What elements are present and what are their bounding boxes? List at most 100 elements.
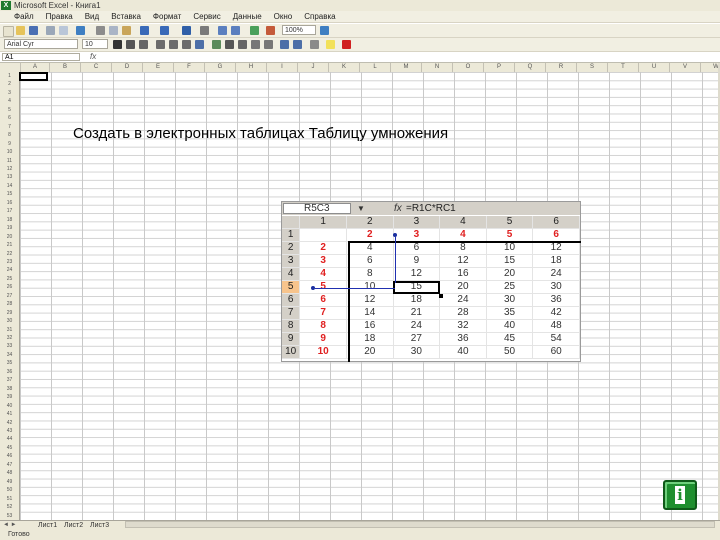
row-header-cell[interactable]: 30 <box>0 317 19 325</box>
align-right-icon[interactable] <box>182 40 191 49</box>
column-header-cell[interactable]: I <box>266 63 297 72</box>
row-header-cell[interactable]: 10 <box>0 148 19 156</box>
column-header-cell[interactable]: T <box>607 63 638 72</box>
save-icon[interactable] <box>29 26 38 35</box>
spelling-icon[interactable] <box>76 26 85 35</box>
row-header-cell[interactable]: 12 <box>0 165 19 173</box>
menu-insert[interactable]: Вставка <box>111 11 141 22</box>
column-header-cell[interactable]: O <box>452 63 483 72</box>
undo-icon[interactable] <box>140 26 149 35</box>
menu-data[interactable]: Данные <box>233 11 262 22</box>
hyperlink-icon[interactable] <box>182 26 191 35</box>
row-header-cell[interactable]: 43 <box>0 427 19 435</box>
row-header-cell[interactable]: 48 <box>0 469 19 477</box>
percent-icon[interactable] <box>225 40 234 49</box>
comma-style-icon[interactable] <box>238 40 247 49</box>
drawing-icon[interactable] <box>266 26 275 35</box>
decrease-decimal-icon[interactable] <box>264 40 273 49</box>
row-header-cell[interactable]: 27 <box>0 292 19 300</box>
redo-icon[interactable] <box>160 26 169 35</box>
row-header-cell[interactable]: 5 <box>0 106 19 114</box>
open-icon[interactable] <box>16 26 25 35</box>
row-header-cell[interactable]: 11 <box>0 157 19 165</box>
fx-icon[interactable]: fx <box>90 52 96 62</box>
row-header-cell[interactable]: 14 <box>0 182 19 190</box>
row-header-cell[interactable]: 23 <box>0 258 19 266</box>
name-box[interactable]: A1 <box>2 53 80 61</box>
copy-icon[interactable] <box>109 26 118 35</box>
row-header-cell[interactable]: 31 <box>0 326 19 334</box>
tab-sheet3[interactable]: Лист3 <box>90 521 109 530</box>
row-header-cell[interactable]: 15 <box>0 190 19 198</box>
bold-icon[interactable] <box>113 40 122 49</box>
row-header-cell[interactable]: 35 <box>0 359 19 367</box>
column-header-cell[interactable]: G <box>204 63 235 72</box>
row-header-cell[interactable]: 9 <box>0 140 19 148</box>
row-header-cell[interactable]: 24 <box>0 266 19 274</box>
row-header-cell[interactable]: 28 <box>0 300 19 308</box>
column-header-cell[interactable]: K <box>328 63 359 72</box>
tab-sheet2[interactable]: Лист2 <box>64 521 83 530</box>
row-header-cell[interactable]: 29 <box>0 309 19 317</box>
active-cell[interactable] <box>19 72 48 81</box>
menu-tools[interactable]: Сервис <box>193 11 220 22</box>
row-header-cell[interactable]: 41 <box>0 410 19 418</box>
new-icon[interactable] <box>3 26 14 37</box>
font-size-combo[interactable]: 10 <box>82 39 108 49</box>
column-header-cell[interactable]: F <box>173 63 204 72</box>
column-header-cell[interactable]: J <box>297 63 328 72</box>
menu-edit[interactable]: Правка <box>46 11 73 22</box>
row-header-cell[interactable]: 6 <box>0 114 19 122</box>
row-header-cell[interactable]: 49 <box>0 478 19 486</box>
row-header-cell[interactable]: 50 <box>0 486 19 494</box>
column-header-cell[interactable]: D <box>111 63 142 72</box>
menu-window[interactable]: Окно <box>274 11 293 22</box>
row-header-cell[interactable]: 34 <box>0 351 19 359</box>
row-header-cell[interactable]: 51 <box>0 495 19 503</box>
row-header-cell[interactable]: 17 <box>0 207 19 215</box>
column-header-cell[interactable]: L <box>359 63 390 72</box>
column-header-cell[interactable]: V <box>669 63 700 72</box>
row-header-cell[interactable]: 21 <box>0 241 19 249</box>
info-button[interactable]: i <box>663 480 697 510</box>
row-header-cell[interactable]: 36 <box>0 368 19 376</box>
row-header-cell[interactable]: 40 <box>0 402 19 410</box>
cut-icon[interactable] <box>96 26 105 35</box>
row-header-cell[interactable]: 16 <box>0 199 19 207</box>
row-header-cell[interactable]: 25 <box>0 275 19 283</box>
tab-scroll-icon[interactable]: ◄ ► <box>3 521 17 530</box>
font-name-combo[interactable]: Arial Cyr <box>4 39 78 49</box>
row-header-cell[interactable]: 20 <box>0 233 19 241</box>
row-header-cell[interactable]: 45 <box>0 444 19 452</box>
font-color-icon[interactable] <box>342 40 351 49</box>
row-header-cell[interactable]: 46 <box>0 452 19 460</box>
row-header-cell[interactable]: 4 <box>0 97 19 105</box>
row-header-cell[interactable]: 52 <box>0 503 19 511</box>
align-left-icon[interactable] <box>156 40 165 49</box>
column-header-cell[interactable]: W <box>700 63 720 72</box>
print-icon[interactable] <box>46 26 55 35</box>
row-header-cell[interactable]: 26 <box>0 283 19 291</box>
zoom-combo[interactable]: 100% <box>282 25 316 35</box>
row-header-cell[interactable]: 7 <box>0 123 19 131</box>
fill-color-icon[interactable] <box>326 40 335 49</box>
menu-format[interactable]: Формат <box>153 11 181 22</box>
row-header-cell[interactable]: 1 <box>0 72 19 80</box>
increase-decimal-icon[interactable] <box>251 40 260 49</box>
row-header-cell[interactable]: 37 <box>0 376 19 384</box>
chart-wizard-icon[interactable] <box>250 26 259 35</box>
align-center-icon[interactable] <box>169 40 178 49</box>
row-header-cell[interactable]: 47 <box>0 461 19 469</box>
row-header-cell[interactable]: 19 <box>0 224 19 232</box>
column-header-cell[interactable]: E <box>142 63 173 72</box>
row-header-cell[interactable]: 38 <box>0 385 19 393</box>
row-header-cell[interactable]: 22 <box>0 250 19 258</box>
row-header-cell[interactable]: 2 <box>0 80 19 88</box>
row-header-cell[interactable]: 53 <box>0 512 19 520</box>
row-header-cell[interactable]: 8 <box>0 131 19 139</box>
merge-center-icon[interactable] <box>195 40 204 49</box>
row-header-cell[interactable]: 13 <box>0 173 19 181</box>
decrease-indent-icon[interactable] <box>280 40 289 49</box>
autosum-icon[interactable] <box>200 26 209 35</box>
column-header-cell[interactable]: A <box>20 63 49 72</box>
